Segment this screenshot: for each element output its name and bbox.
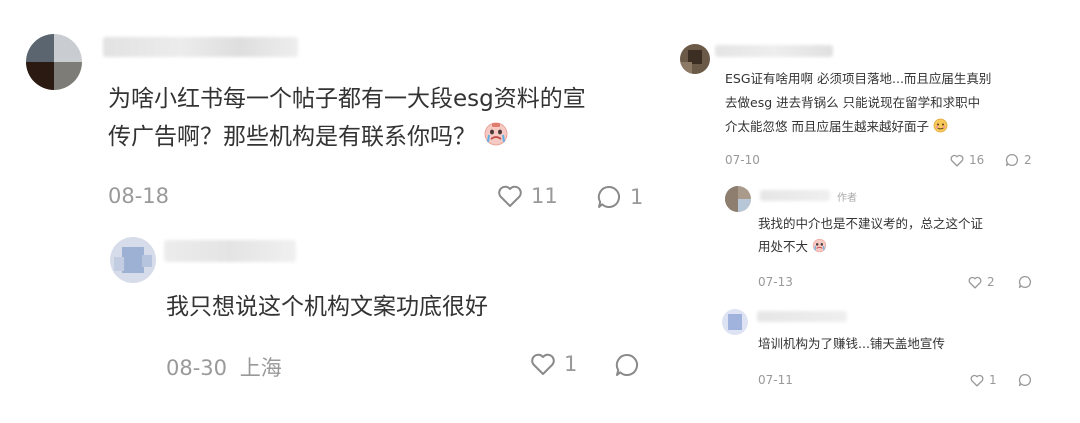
reply-like-button[interactable]: 1 [970,373,997,387]
replier-username[interactable] [164,240,296,262]
chat-bubble-icon [1018,373,1032,387]
smirk-face-icon [933,118,948,133]
heart-icon [970,374,984,387]
like-count: 16 [969,153,985,167]
commenter-username[interactable] [715,45,833,57]
replier-avatar[interactable] [110,237,156,283]
comment-text: 为啥小红书每一个帖子都有一大段esg资料的宣 传广告啊？那些机构是有联系你吗？ [108,86,586,150]
reply-like-button[interactable]: 1 [530,352,577,376]
crying-face-icon [812,238,827,253]
reply-date: 08-30 上海 [166,356,282,380]
reply-count: 1 [630,185,644,209]
reply-text: 我找的中介也是不建议考的，总之这个证 用处不大 [758,216,984,254]
reply-count: 2 [1024,153,1032,167]
chat-bubble-icon [1018,275,1032,289]
like-button[interactable]: 16 [950,153,984,167]
commenter-username[interactable] [103,37,298,57]
heart-icon [950,154,964,167]
author-username[interactable] [760,190,830,201]
replier-avatar[interactable] [722,309,748,335]
reply-date: 07-11 [758,373,793,387]
author-badge: 作者 [837,193,857,204]
commenter-avatar[interactable] [26,34,82,90]
author-avatar[interactable] [725,186,751,212]
replier-username[interactable] [757,311,847,322]
comment-date: 07-10 [725,153,760,167]
reply-like-count: 1 [564,352,578,376]
reply-reply-button[interactable] [1018,275,1032,289]
reply-like-count: 1 [989,373,997,387]
comment-date: 08-18 [108,184,170,208]
chat-bubble-icon [1005,153,1019,167]
heart-icon [530,352,556,376]
reply-date: 07-13 [758,275,793,289]
reply-like-count: 2 [987,275,995,289]
reply-like-button[interactable]: 2 [968,275,995,289]
heart-icon [968,276,982,289]
heart-icon [497,184,523,208]
reply-reply-button[interactable] [1018,373,1032,387]
reply-reply-button[interactable] [614,352,640,378]
reply-button[interactable]: 1 [596,184,643,210]
reply-text: 我只想说这个机构文案功底很好 [166,294,488,320]
like-button[interactable]: 11 [497,184,558,208]
crying-face-icon [483,121,509,147]
chat-bubble-icon [614,352,640,378]
commenter-avatar[interactable] [680,44,710,74]
reply-button[interactable]: 2 [1005,153,1032,167]
comment-text: ESG证有啥用啊 必须项目落地...而且应届生真别 去做esg 进去背锅么 只能… [725,71,992,134]
like-count: 11 [531,184,558,208]
chat-bubble-icon [596,184,622,210]
reply-location: 上海 [239,356,282,380]
reply-text: 培训机构为了赚钱...铺天盖地宣传 [758,336,945,351]
